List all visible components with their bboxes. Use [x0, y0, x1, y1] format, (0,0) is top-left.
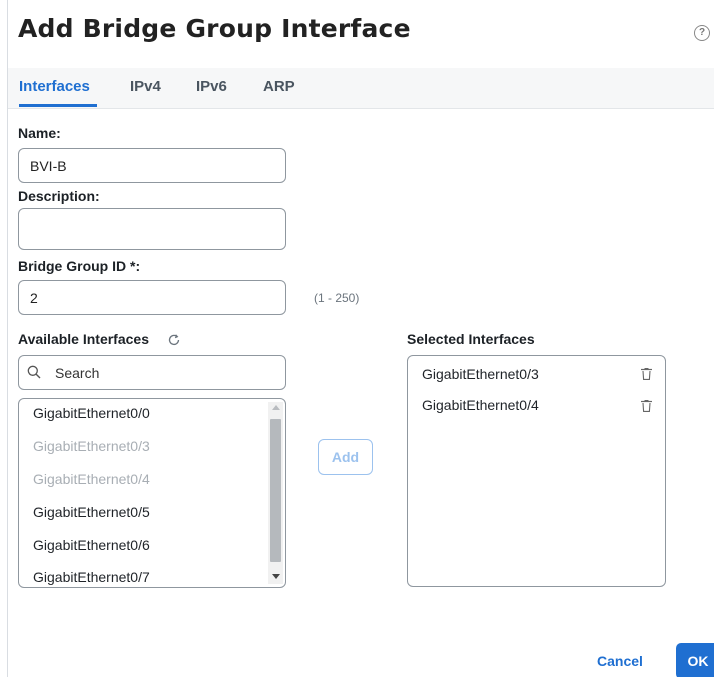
name-input[interactable]: BVI-B	[18, 148, 286, 183]
refresh-icon[interactable]	[167, 333, 181, 347]
available-item-gigabitethernet0-7[interactable]: GigabitEthernet0/7	[33, 569, 150, 585]
search-input-placeholder: Search	[55, 364, 100, 381]
scrollbar-thumb[interactable]	[270, 419, 281, 562]
name-label: Name:	[18, 125, 61, 141]
selected-item-gigabitethernet0-4: GigabitEthernet0/4	[422, 397, 539, 413]
cancel-button[interactable]: Cancel	[597, 653, 643, 669]
tab-arp[interactable]: ARP	[263, 78, 295, 95]
available-item-gigabitethernet0-0[interactable]: GigabitEthernet0/0	[33, 405, 150, 421]
bridge-group-id-input[interactable]: 2	[18, 280, 286, 315]
add-button[interactable]: Add	[318, 439, 373, 475]
search-icon	[27, 365, 41, 379]
tab-ipv4[interactable]: IPv4	[130, 78, 161, 95]
help-circle-icon[interactable]: ?	[694, 25, 710, 41]
scroll-up-arrow-icon[interactable]	[272, 405, 280, 410]
selected-interfaces-label: Selected Interfaces	[407, 331, 535, 347]
selected-interfaces-list: GigabitEthernet0/3 GigabitEthernet0/4	[407, 355, 666, 587]
available-item-gigabitethernet0-5[interactable]: GigabitEthernet0/5	[33, 504, 150, 520]
selected-item-gigabitethernet0-3: GigabitEthernet0/3	[422, 366, 539, 382]
tab-ipv6[interactable]: IPv6	[196, 78, 227, 95]
trash-icon[interactable]	[641, 400, 652, 412]
active-tab-indicator	[19, 104, 97, 107]
tab-bar	[8, 68, 714, 109]
description-input[interactable]	[18, 208, 286, 250]
available-item-gigabitethernet0-3: GigabitEthernet0/3	[33, 438, 150, 454]
tab-interfaces[interactable]: Interfaces	[19, 78, 90, 95]
scroll-down-arrow-icon[interactable]	[272, 574, 280, 579]
dialog-title: Add Bridge Group Interface	[18, 14, 411, 43]
available-item-gigabitethernet0-6[interactable]: GigabitEthernet0/6	[33, 537, 150, 553]
name-input-value: BVI-B	[30, 157, 67, 174]
available-interfaces-label: Available Interfaces	[18, 331, 149, 347]
description-label: Description:	[18, 188, 100, 204]
bridge-group-id-range: (1 - 250)	[314, 291, 360, 305]
search-input[interactable]: Search	[18, 355, 286, 390]
bridge-group-id-label: Bridge Group ID *:	[18, 258, 141, 274]
ok-button[interactable]: OK	[676, 643, 714, 677]
available-item-gigabitethernet0-4: GigabitEthernet0/4	[33, 471, 150, 487]
available-interfaces-list[interactable]: GigabitEthernet0/0 GigabitEthernet0/3 Gi…	[18, 398, 286, 588]
bridge-group-id-value: 2	[30, 289, 38, 306]
add-bridge-group-dialog: Add Bridge Group Interface ? Interfaces …	[0, 0, 714, 677]
trash-icon[interactable]	[641, 368, 652, 380]
